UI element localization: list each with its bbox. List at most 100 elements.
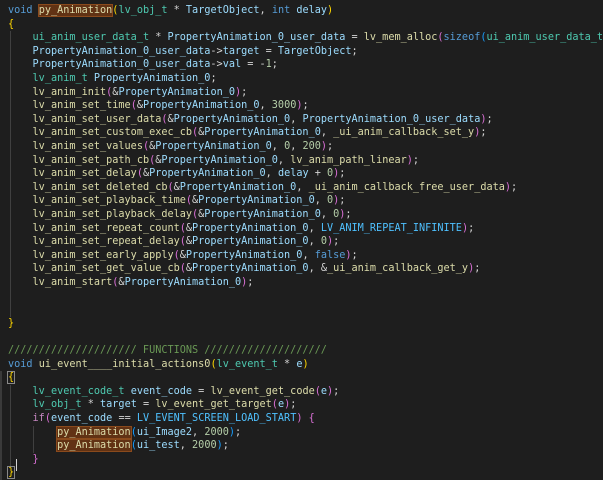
code-token: , — [308, 236, 321, 248]
code-token: ; — [351, 45, 358, 57]
code-line[interactable]: lv_anim_set_playback_time(&PropertyAnima… — [8, 194, 346, 208]
code-token: lv_event_get_code — [210, 385, 315, 397]
code-token: LV_EVENT_SCREEN_LOAD_START — [136, 413, 297, 424]
code-token: ) — [327, 5, 334, 16]
code-token: ; — [327, 141, 334, 152]
code-token: { — [308, 413, 315, 424]
code-line[interactable]: py_Animation(ui_test, 2000); — [8, 439, 229, 453]
code-line[interactable]: void py_Animation(lv_obj_t * TargetObjec… — [8, 4, 333, 18]
code-token: = — [192, 385, 211, 397]
code-line[interactable]: lv_anim_start(&PropertyAnimation_0); — [8, 276, 254, 290]
code-token: lv_anim_set_values — [32, 141, 143, 152]
code-token: , — [314, 195, 327, 207]
code-line[interactable]: void ui_event____initial_actions0(lv_eve… — [8, 358, 309, 372]
code-token: lv_anim_t — [32, 73, 88, 84]
code-line[interactable]: } — [8, 453, 39, 467]
code-token: ui_test — [136, 440, 180, 452]
code-token: PropertyAnimation_0_user_data — [302, 113, 481, 125]
code-token: 200 — [302, 141, 321, 152]
code-line[interactable]: PropertyAnimation_0_user_data->target = … — [8, 45, 358, 59]
code-token: lv_anim_set_playback_delay — [32, 209, 193, 220]
code-token: _ui_anim_callback_set_y — [333, 127, 475, 139]
code-line[interactable]: lv_anim_set_early_apply(&PropertyAnimati… — [8, 249, 358, 263]
code-line[interactable]: lv_anim_set_playback_delay(&PropertyAnim… — [8, 208, 352, 222]
code-token: * — [277, 358, 297, 370]
code-token: -> — [210, 59, 223, 71]
code-token: target — [222, 45, 260, 57]
code-line[interactable]: ///////////////////// FUNCTIONS ////////… — [8, 344, 327, 358]
code-line[interactable]: lv_anim_set_custom_exec_cb(&PropertyAnim… — [8, 126, 487, 140]
code-token: lv_anim_path_linear — [290, 154, 407, 166]
code-token: ui_anim_user_data_t — [32, 32, 150, 44]
code-token: , — [302, 249, 315, 261]
code-line[interactable]: lv_anim_set_path_cb(&PropertyAnimation_0… — [8, 154, 419, 168]
code-line[interactable]: lv_anim_set_delay(&PropertyAnimation_0, … — [8, 167, 346, 181]
code-token: PropertyAnimation_0 — [142, 100, 260, 112]
code-token: ; — [290, 399, 297, 411]
code-line[interactable]: lv_anim_set_time(&PropertyAnimation_0, 3… — [8, 99, 309, 113]
code-line[interactable]: } — [6, 466, 16, 480]
code-line[interactable]: ui_anim_user_data_t * PropertyAnimation_… — [8, 31, 603, 45]
code-token: ; — [210, 73, 217, 84]
code-line[interactable]: PropertyAnimation_0_user_data->val = -1; — [8, 58, 278, 72]
code-line[interactable]: lv_anim_set_repeat_delay(&PropertyAnimat… — [8, 235, 340, 249]
code-token: , — [290, 113, 303, 125]
code-token: _ui_anim_callback_free_user_data — [308, 181, 505, 193]
code-line[interactable]: lv_anim_t PropertyAnimation_0; — [8, 72, 217, 86]
code-token: py_Animation — [56, 425, 132, 439]
code-token: , — [265, 168, 278, 180]
code-line[interactable]: py_Animation(ui_Image2, 2000); — [8, 425, 242, 440]
code-token: ; — [333, 236, 340, 248]
code-line[interactable]: lv_event_code_t event_code = lv_event_ge… — [8, 385, 340, 399]
code-token: PropertyAnimation_0 — [179, 181, 297, 193]
code-token: ///////////////////// FUNCTIONS ////////… — [8, 345, 327, 356]
code-token: lv_anim_init — [32, 86, 107, 98]
code-line[interactable]: { — [8, 18, 14, 32]
fold-marker — [0, 371, 2, 480]
code-line[interactable]: lv_obj_t * target = lv_event_get_target(… — [8, 398, 297, 412]
code-line[interactable]: lv_anim_set_repeat_count(&PropertyAnimat… — [8, 222, 475, 236]
code-line[interactable]: lv_anim_init(&PropertyAnimation_0); — [8, 86, 248, 100]
code-line[interactable]: lv_anim_set_values(&PropertyAnimation_0,… — [8, 140, 334, 154]
code-token: , — [259, 100, 272, 112]
code-line[interactable]: if(event_code == LV_EVENT_SCREEN_LOAD_ST… — [8, 412, 315, 426]
code-editor[interactable]: void py_Animation(lv_obj_t * TargetObjec… — [0, 0, 603, 480]
code-line[interactable]: lv_anim_set_get_value_cb(&PropertyAnimat… — [8, 262, 481, 276]
code-token: lv_anim_set_time — [32, 100, 131, 112]
code-token: val — [222, 59, 242, 71]
code-token: lv_obj_t — [32, 399, 82, 411]
code-token: ; — [302, 100, 309, 112]
code-token: lv_anim_set_repeat_count — [32, 222, 180, 234]
code-token: ; — [486, 113, 493, 125]
code-token: PropertyAnimation_0 — [198, 195, 315, 207]
code-token: lv_anim_start — [32, 277, 113, 288]
code-token: ; — [480, 127, 487, 139]
code-line[interactable]: lv_anim_set_deleted_cb(&PropertyAnimatio… — [8, 181, 518, 195]
code-token: PropertyAnimation_0 — [161, 154, 278, 166]
code-token: { — [8, 18, 15, 30]
code-token: = — [259, 45, 278, 57]
code-token: PropertyAnimation_0_user_data — [167, 32, 346, 44]
code-line[interactable]: { — [6, 371, 16, 385]
code-token: , — [259, 5, 272, 16]
code-token: PropertyAnimation_0_user_data — [32, 59, 211, 71]
code-token: PropertyAnimation_0_user_data — [32, 45, 211, 57]
code-token: ; — [235, 426, 242, 438]
code-token: delay — [277, 168, 309, 180]
code-line[interactable]: lv_anim_set_user_data(&PropertyAnimation… — [8, 113, 493, 127]
code-line[interactable]: } — [8, 317, 14, 331]
code-token: PropertyAnimation_0 — [155, 141, 272, 152]
code-token: lv_event_get_target — [155, 399, 272, 411]
code-token: event_code — [50, 413, 113, 424]
code-token: * — [167, 5, 186, 16]
